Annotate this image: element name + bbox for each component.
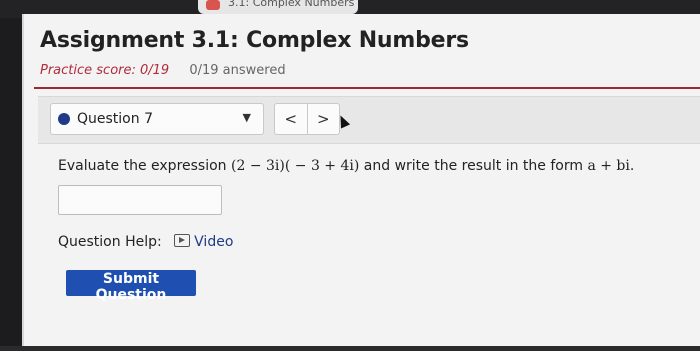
practice-score: Practice score: 0/19 bbox=[40, 63, 170, 78]
header-divider bbox=[34, 87, 700, 89]
expression-math: (2 − 3i)( − 3 + 4i) bbox=[231, 158, 360, 174]
question-status-dot-icon bbox=[58, 113, 70, 125]
answered-count: 0/19 answered bbox=[189, 63, 286, 78]
submit-question-button[interactable]: Submit Question bbox=[66, 270, 196, 303]
question-help-label: Question Help: bbox=[58, 234, 162, 250]
question-navigation-bar: Question 7 ▼ < > bbox=[38, 96, 700, 144]
page-title: Assignment 3.1: Complex Numbers bbox=[40, 28, 469, 53]
answer-input[interactable] bbox=[58, 185, 222, 215]
assignment-page: Assignment 3.1: Complex Numbers Practice… bbox=[22, 14, 700, 346]
prompt-text-end: . bbox=[629, 158, 635, 174]
chevron-down-icon: ▼ bbox=[242, 111, 251, 124]
video-help-link[interactable]: Video bbox=[174, 234, 233, 250]
video-play-icon bbox=[174, 234, 191, 247]
question-help-row: Question Help: Video bbox=[58, 234, 233, 250]
browser-tab-title: 3.1: Complex Numbers bbox=[228, 0, 355, 9]
prompt-text-middle: and write the result in the form bbox=[359, 158, 588, 174]
question-select-label: Question 7 bbox=[77, 111, 153, 127]
prompt-text-start: Evaluate the expression bbox=[58, 158, 231, 174]
browser-tab[interactable]: 3.1: Complex Numbers bbox=[198, 0, 358, 14]
score-row: Practice score: 0/19 0/19 answered bbox=[40, 63, 286, 78]
previous-question-button[interactable]: < bbox=[275, 104, 307, 134]
site-favicon-icon bbox=[206, 0, 220, 10]
result-form-math: a + bi bbox=[587, 158, 630, 174]
screen-bottom-edge bbox=[0, 346, 700, 351]
question-select[interactable]: Question 7 ▼ bbox=[50, 103, 264, 135]
question-prompt: Evaluate the expression (2 − 3i)( − 3 + … bbox=[58, 158, 634, 174]
video-link-label: Video bbox=[194, 234, 234, 250]
next-question-button[interactable]: > bbox=[306, 104, 340, 134]
question-pager: < > bbox=[274, 103, 340, 135]
